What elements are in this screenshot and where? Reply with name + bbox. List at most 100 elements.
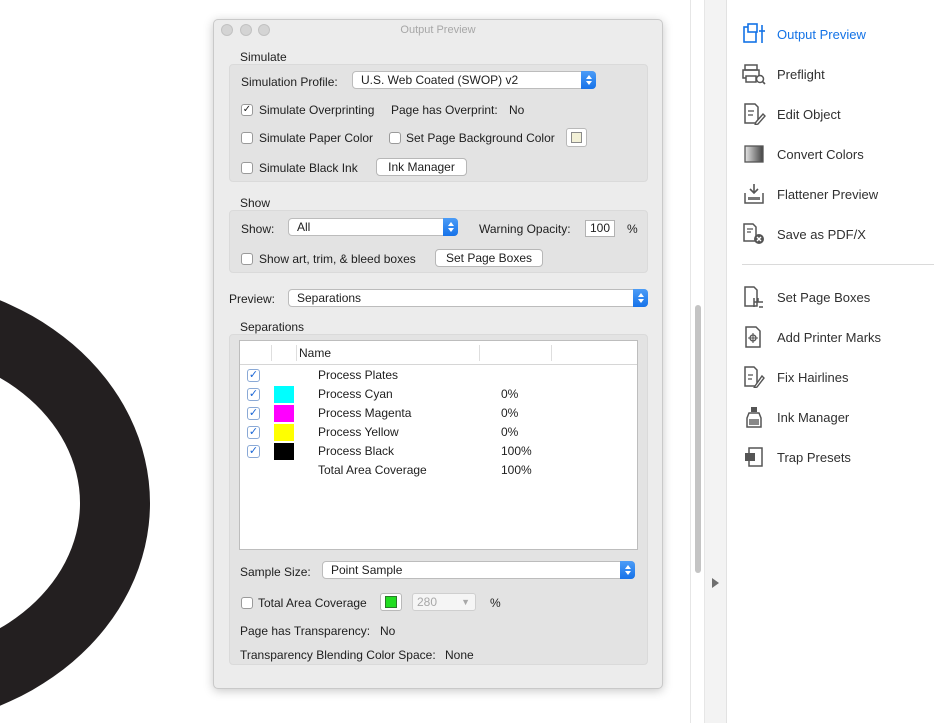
ink-manager-icon [742, 405, 766, 429]
plate-coverage: 100% [501, 444, 532, 458]
page-transparency-label: Page has Transparency: [240, 624, 371, 638]
plate-visibility-checkbox[interactable]: ✓ [247, 445, 260, 458]
show-value: All [297, 220, 311, 234]
plate-name: Process Magenta [318, 406, 412, 420]
page-overprint-label: Page has Overprint: [391, 103, 498, 117]
table-row[interactable]: ✓ Process Yellow 0% [240, 423, 637, 442]
chevron-down-icon: ▼ [461, 597, 470, 607]
tool-label: Ink Manager [777, 409, 850, 425]
separations-section-title: Separations [240, 320, 305, 334]
simulate-black-ink-checkbox[interactable] [241, 162, 253, 174]
warning-opacity-input[interactable]: 100 [585, 220, 615, 237]
tool-convert-colors[interactable]: Convert Colors [742, 141, 934, 167]
plate-coverage: 100% [501, 463, 532, 477]
simulate-black-ink-label: Simulate Black Ink [259, 161, 358, 175]
simulation-profile-label: Simulation Profile: [241, 75, 338, 89]
table-row[interactable]: ✓ Process Black 100% [240, 442, 637, 461]
total-area-coverage-label: Total Area Coverage [258, 596, 367, 610]
plate-visibility-checkbox[interactable]: ✓ [247, 388, 260, 401]
plate-visibility-checkbox[interactable]: ✓ [247, 426, 260, 439]
show-boxes-checkbox[interactable] [241, 253, 253, 265]
tool-label: Trap Presets [777, 449, 851, 465]
expand-collapse-arrow-icon[interactable] [712, 578, 719, 588]
fix-hairlines-icon [742, 365, 766, 389]
tool-label: Output Preview [777, 26, 866, 42]
plate-coverage: 0% [501, 387, 519, 401]
tool-add-printer-marks[interactable]: Add Printer Marks [742, 324, 934, 350]
sample-size-value: Point Sample [331, 563, 403, 577]
tool-ink-manager[interactable]: Ink Manager [742, 404, 934, 430]
header-divider [271, 345, 272, 361]
table-row[interactable]: Total Area Coverage 100% [240, 461, 637, 480]
plate-color-swatch [274, 386, 294, 403]
page-background-color-checkbox[interactable] [389, 132, 401, 144]
tool-trap-presets[interactable]: Trap Presets [742, 444, 934, 470]
set-page-boxes-icon [742, 285, 766, 309]
simulate-overprinting-checkbox[interactable]: ✓ [241, 104, 253, 116]
simulate-paper-color-label: Simulate Paper Color [259, 131, 374, 145]
tool-fix-hairlines[interactable]: Fix Hairlines [742, 364, 934, 390]
plate-name: Process Cyan [318, 387, 393, 401]
ink-manager-button[interactable]: Ink Manager [376, 158, 467, 176]
warning-opacity-label: Warning Opacity: [479, 222, 571, 236]
plate-visibility-checkbox[interactable]: ✓ [247, 407, 260, 420]
popup-stepper-icon [443, 218, 458, 236]
tool-flattener-preview[interactable]: Flattener Preview [742, 181, 934, 207]
total-area-coverage-unit: % [490, 596, 501, 610]
page-background-swatch [571, 132, 582, 143]
dialog-titlebar[interactable]: Output Preview [214, 20, 662, 40]
plate-color-swatch [274, 443, 294, 460]
total-area-coverage-swatch [385, 596, 397, 608]
preflight-icon [742, 62, 766, 86]
checkmark-icon: ✓ [248, 369, 259, 381]
document-vertical-scrollbar[interactable] [690, 0, 705, 723]
tool-output-preview[interactable]: Output Preview [742, 21, 934, 47]
show-label: Show: [241, 222, 275, 236]
document-artwork-ring [0, 278, 150, 723]
tool-label: Convert Colors [777, 146, 864, 162]
preview-select[interactable]: Separations [288, 289, 648, 307]
simulate-section-title: Simulate [240, 50, 287, 64]
simulate-paper-color-checkbox[interactable] [241, 132, 253, 144]
output-preview-icon [742, 22, 766, 46]
simulation-profile-select[interactable]: U.S. Web Coated (SWOP) v2 [352, 71, 596, 89]
total-area-coverage-checkbox[interactable] [241, 597, 253, 609]
tool-edit-object[interactable]: Edit Object [742, 101, 934, 127]
total-area-coverage-color-well[interactable] [380, 593, 402, 611]
header-divider [551, 345, 552, 361]
name-column-header[interactable]: Name [299, 346, 331, 360]
simulate-group: Simulation Profile: U.S. Web Coated (SWO… [229, 64, 648, 182]
tool-label: Preflight [777, 66, 825, 82]
table-row[interactable]: ✓ Process Plates [240, 366, 637, 385]
convert-colors-icon [742, 142, 766, 166]
popup-stepper-icon [581, 71, 596, 89]
sample-size-select[interactable]: Point Sample [322, 561, 635, 579]
blending-color-space-label: Transparency Blending Color Space: [240, 648, 436, 662]
tools-pane-collapse-strip[interactable] [705, 0, 727, 723]
total-area-coverage-combo[interactable]: 280 ▼ [412, 593, 476, 611]
table-row[interactable]: ✓ Process Cyan 0% [240, 385, 637, 404]
separations-table: Name ✓ Process Plates ✓ Process Cyan 0% … [239, 340, 638, 550]
tool-label: Edit Object [777, 106, 841, 122]
scrollbar-thumb[interactable] [695, 305, 701, 573]
plate-coverage: 0% [501, 406, 519, 420]
add-printer-marks-icon [742, 325, 766, 349]
checkmark-icon: ✓ [242, 104, 252, 115]
dialog-title: Output Preview [400, 24, 476, 36]
preview-value: Separations [297, 291, 362, 305]
plate-color-swatch [274, 405, 294, 422]
set-page-boxes-button[interactable]: Set Page Boxes [435, 249, 543, 267]
warning-opacity-unit: % [627, 222, 638, 236]
plate-name: Process Plates [318, 368, 399, 382]
tool-set-page-boxes[interactable]: Set Page Boxes [742, 284, 934, 310]
plate-visibility-checkbox[interactable]: ✓ [247, 369, 260, 382]
popup-stepper-icon [620, 561, 635, 579]
table-row[interactable]: ✓ Process Magenta 0% [240, 404, 637, 423]
page-background-color-well[interactable] [566, 128, 587, 147]
sample-size-label: Sample Size: [240, 565, 311, 579]
tool-preflight[interactable]: Preflight [742, 61, 934, 87]
tool-save-as-pdfx[interactable]: Save as PDF/X [742, 221, 934, 247]
show-section-title: Show [240, 196, 271, 210]
show-group: Show: All Warning Opacity: 100 % Show ar… [229, 210, 648, 273]
show-select[interactable]: All [288, 218, 458, 236]
